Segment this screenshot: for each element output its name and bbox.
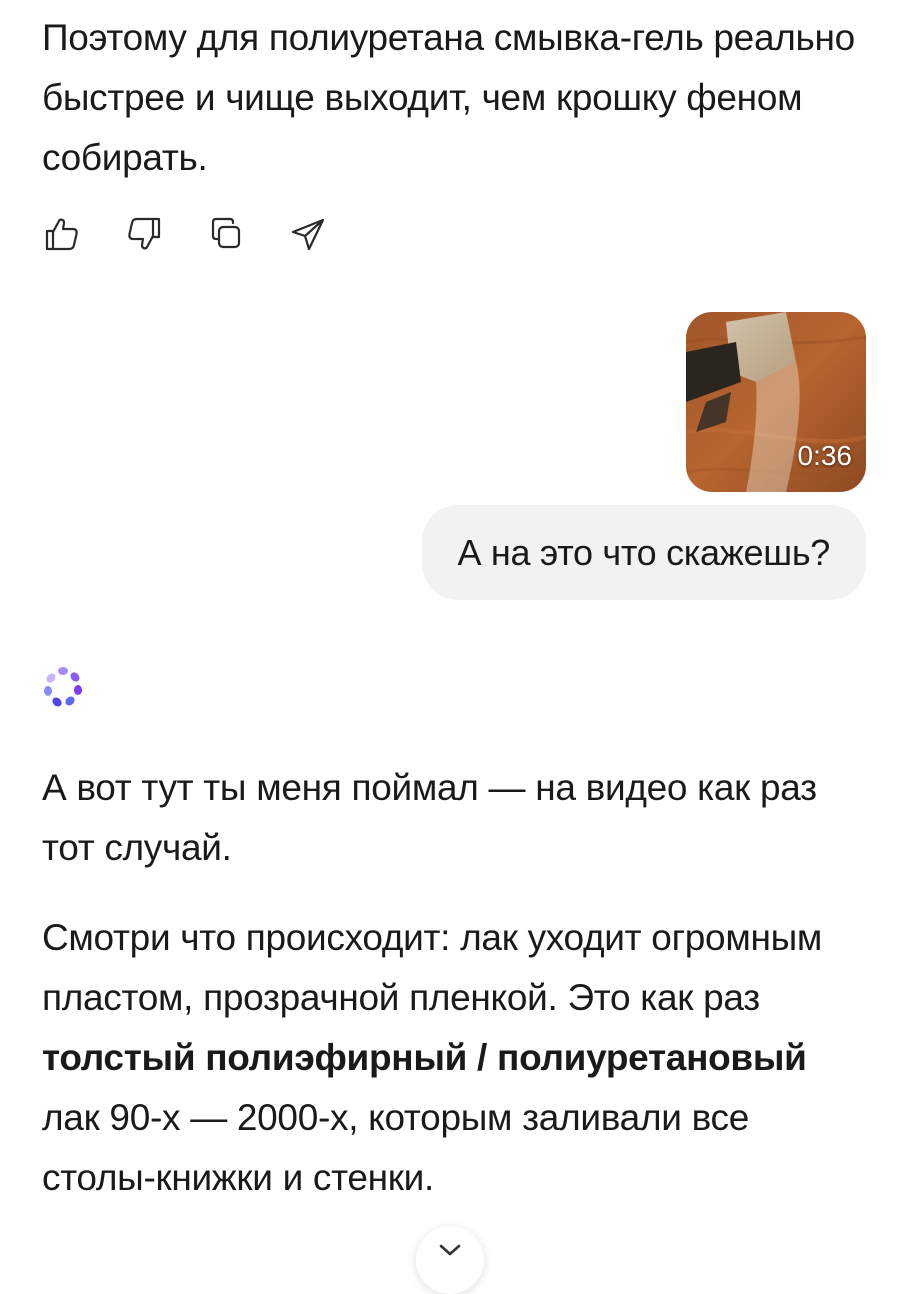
reply-paragraph: А вот тут ты меня поймал — на видео как … [42, 767, 817, 868]
share-icon [291, 218, 325, 251]
reply-bold-text: толстый полиэфирный / полиуретановый [42, 1037, 807, 1078]
message-actions [40, 212, 330, 256]
video-attachment[interactable]: 0:36 [686, 312, 866, 492]
video-duration: 0:36 [797, 440, 853, 471]
thumbs-up-icon [45, 218, 78, 251]
thumbs-down-icon [128, 217, 161, 250]
scroll-down-button[interactable] [416, 1226, 484, 1294]
assistant-logo-icon [44, 667, 82, 707]
user-message-text: А на это что скажешь? [457, 531, 831, 573]
chevron-down-icon [439, 1244, 461, 1256]
reply-text: лак 90-х — 2000-х, которым заливали все … [42, 1097, 750, 1198]
dislike-button[interactable] [122, 212, 166, 256]
user-message-bubble: А на это что скажешь? [421, 505, 866, 600]
assistant-reply: А вот тут ты меня поймал — на видео как … [42, 758, 862, 1238]
like-button[interactable] [40, 212, 84, 256]
previous-assistant-message: Поэтому для полиуретана смывка-гель реал… [42, 17, 855, 178]
share-button[interactable] [286, 212, 330, 256]
copy-icon [211, 217, 241, 249]
copy-button[interactable] [204, 212, 248, 256]
reply-paragraph: Смотри что происходит: лак уходит огромн… [42, 908, 862, 1208]
reply-text: Смотри что происходит: лак уходит огромн… [42, 917, 823, 1018]
